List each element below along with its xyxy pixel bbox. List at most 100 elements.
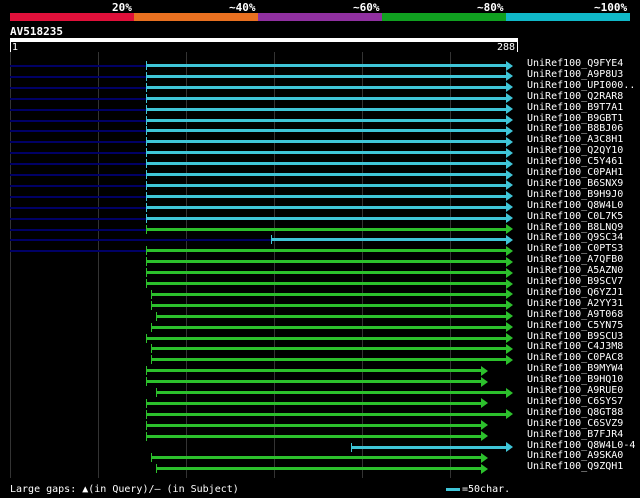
alignment-start-tick — [150, 322, 152, 332]
alignment-arrow-icon — [506, 267, 513, 278]
unaligned-segment — [10, 86, 146, 89]
alignment-arrow-icon — [506, 256, 513, 267]
alignment-bar[interactable] — [145, 173, 508, 176]
alignment-start-tick — [145, 409, 147, 419]
hit-label[interactable]: UniRef100_A9T068 — [527, 309, 623, 320]
unaligned-segment — [10, 141, 146, 144]
hit-label[interactable]: UniRef100_A9SKA0 — [527, 450, 623, 461]
alignment-bar[interactable] — [145, 183, 508, 187]
hit-label[interactable]: UniRef100_Q2RAR8 — [527, 91, 623, 102]
alignment-arrow-icon — [506, 82, 513, 93]
hit-label[interactable]: UniRef100_B9SCV7 — [527, 276, 623, 287]
hit-label[interactable]: UniRef100_Q9SC34 — [527, 232, 623, 243]
alignment-bar[interactable] — [145, 249, 508, 253]
hit-label[interactable]: UniRef100_Q6YZJ1 — [527, 287, 623, 298]
alignment-bar[interactable] — [145, 140, 508, 144]
alignment-bar[interactable] — [145, 205, 508, 209]
alignment-bar[interactable] — [145, 107, 508, 111]
alignment-bar[interactable] — [150, 456, 483, 460]
alignment-bar[interactable] — [145, 271, 508, 275]
alignment-bar[interactable] — [150, 325, 508, 329]
query-id[interactable]: AV518235 — [10, 25, 63, 38]
hit-label[interactable]: UniRef100_B9H9J0 — [527, 189, 623, 200]
alignment-bar[interactable] — [150, 347, 508, 351]
hit-label[interactable]: UniRef100_Q9ZQH1 — [527, 461, 623, 472]
alignment-bar[interactable] — [155, 467, 483, 471]
alignment-bar[interactable] — [145, 380, 483, 384]
hit-label[interactable]: UniRef100_C5YN75 — [527, 320, 623, 331]
alignment-bar[interactable] — [145, 118, 508, 122]
unaligned-segment — [10, 119, 146, 122]
alignment-bar[interactable] — [145, 369, 483, 373]
alignment-start-tick — [145, 159, 147, 169]
hit-label[interactable]: UniRef100_B7FJR4 — [527, 429, 623, 440]
alignment-bar[interactable] — [271, 238, 508, 242]
alignment-bar[interactable] — [145, 85, 508, 89]
hit-label[interactable]: UniRef100_A9P8U3 — [527, 69, 623, 80]
hit-label[interactable]: UniRef100_C5Y461 — [527, 156, 623, 167]
hit-label[interactable]: UniRef100_B8LNQ9 — [527, 222, 623, 233]
alignment-bar[interactable] — [150, 303, 508, 307]
alignment-bar[interactable] — [145, 401, 483, 405]
legend-label: ~40% — [229, 1, 256, 14]
alignment-bar[interactable] — [145, 162, 508, 166]
alignment-bar[interactable] — [351, 445, 508, 449]
alignment-bar[interactable] — [145, 216, 508, 220]
alignment-bar[interactable] — [150, 292, 508, 296]
hit-label[interactable]: UniRef100_C4J3M8 — [527, 341, 623, 352]
grid-line — [98, 52, 99, 478]
unaligned-segment — [10, 206, 146, 209]
hit-label[interactable]: UniRef100_UPI000.. — [527, 80, 635, 91]
hit-label[interactable]: UniRef100_A5AZN0 — [527, 265, 623, 276]
hit-label[interactable]: UniRef100_B6SNX9 — [527, 178, 623, 189]
hit-label[interactable]: UniRef100_Q8GT88 — [527, 407, 623, 418]
alignment-bar[interactable] — [145, 282, 508, 285]
alignment-start-tick — [145, 333, 147, 343]
hit-label[interactable]: UniRef100_C6SVZ9 — [527, 418, 623, 429]
alignment-bar[interactable] — [155, 391, 508, 394]
hit-label[interactable]: UniRef100_A9RUE0 — [527, 385, 623, 396]
hit-label[interactable]: UniRef100_B9T7A1 — [527, 102, 623, 113]
hit-label[interactable]: UniRef100_Q9FYE4 — [527, 58, 623, 69]
alignment-bar[interactable] — [145, 423, 483, 427]
hit-label[interactable]: UniRef100_B8BJ06 — [527, 123, 623, 134]
alignment-bar[interactable] — [145, 151, 508, 155]
alignment-start-tick — [150, 453, 152, 463]
hit-label[interactable]: UniRef100_A7QFB0 — [527, 254, 623, 265]
hit-label[interactable]: UniRef100_C0PAH1 — [527, 167, 623, 178]
alignment-arrow-icon — [506, 278, 513, 289]
hit-label[interactable]: UniRef100_C0PAC8 — [527, 352, 623, 363]
alignment-bar[interactable] — [145, 96, 508, 100]
alignment-bar[interactable] — [155, 314, 508, 318]
alignment-bar[interactable] — [145, 64, 508, 67]
alignment-bar[interactable] — [145, 336, 508, 340]
alignment-bar[interactable] — [145, 227, 508, 231]
hit-label[interactable]: UniRef100_B9MYW4 — [527, 363, 623, 374]
alignment-start-tick — [271, 235, 273, 245]
alignment-bar[interactable] — [145, 194, 508, 198]
alignment-bar[interactable] — [150, 358, 508, 362]
hit-label[interactable]: UniRef100_A2YY31 — [527, 298, 623, 309]
alignment-start-tick — [145, 213, 147, 223]
alignment-bar[interactable] — [145, 260, 508, 264]
alignment-start-tick — [145, 191, 147, 201]
hit-label[interactable]: UniRef100_B9SCU3 — [527, 331, 623, 342]
alignment-bar[interactable] — [145, 129, 508, 133]
hit-label[interactable]: UniRef100_C6SYS7 — [527, 396, 623, 407]
unaligned-segment — [10, 75, 146, 78]
hit-label[interactable]: UniRef100_Q8W4L0-4 — [527, 440, 635, 451]
alignment-bar[interactable] — [145, 412, 508, 416]
hit-label[interactable]: UniRef100_Q8W4L0 — [527, 200, 623, 211]
hit-label[interactable]: UniRef100_Q2QY10 — [527, 145, 623, 156]
hit-label[interactable]: UniRef100_C0PTS3 — [527, 243, 623, 254]
hit-label[interactable]: UniRef100_B9GBT1 — [527, 113, 623, 124]
alignment-arrow-icon — [506, 333, 513, 343]
alignment-start-tick — [145, 268, 147, 278]
alignment-arrow-icon — [506, 147, 513, 158]
hit-label[interactable]: UniRef100_A3C8H1 — [527, 134, 623, 145]
alignment-bar[interactable] — [145, 434, 483, 438]
alignment-bar[interactable] — [145, 74, 508, 78]
hit-label[interactable]: UniRef100_B9HQ10 — [527, 374, 623, 385]
hit-label[interactable]: UniRef100_C0L7K5 — [527, 211, 623, 222]
unaligned-segment — [10, 195, 146, 198]
